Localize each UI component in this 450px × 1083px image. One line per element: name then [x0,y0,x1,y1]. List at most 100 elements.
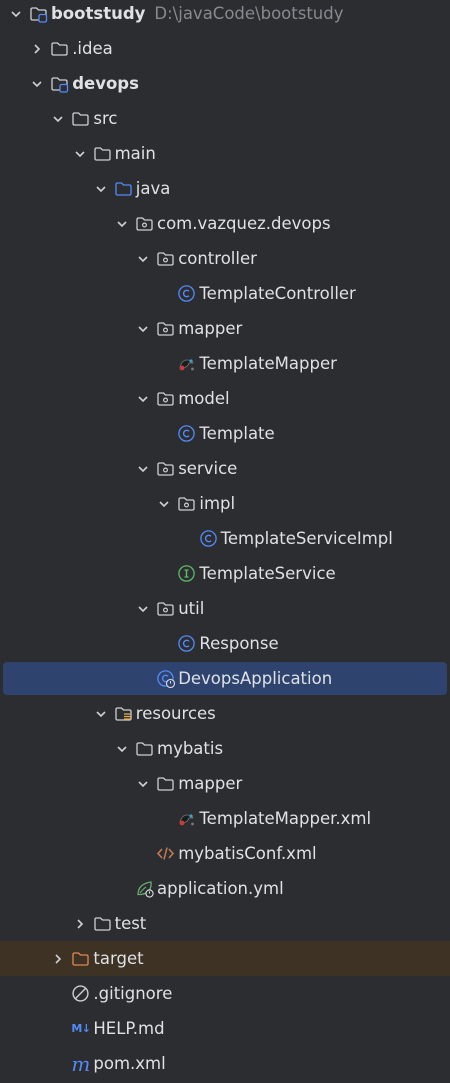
tree-node-service[interactable]: service [0,451,450,486]
chevron-down-icon[interactable] [92,705,110,723]
package-icon [156,459,175,478]
chevron-down-icon[interactable] [134,600,152,618]
tree-node-templateserviceimpl[interactable]: TemplateServiceImpl [0,521,450,556]
tree-node-template[interactable]: Template [0,416,450,451]
tree-node-label: HELP.md [93,1019,165,1038]
tree-node-label: application.yml [157,879,284,898]
class-icon [177,634,196,653]
class-icon [177,284,196,303]
tree-node-devops[interactable]: devops [0,66,450,101]
tree-node-test[interactable]: test [0,906,450,941]
package-icon [156,389,175,408]
tree-node-mybatis[interactable]: mybatis [0,731,450,766]
tree-node-util[interactable]: util [0,591,450,626]
tree-node-bootstudy[interactable]: bootstudy D:\javaCode\bootstudy [0,0,450,31]
tree-node-java[interactable]: java [0,171,450,206]
module-folder-icon [29,4,48,23]
tree-node-templatemapper[interactable]: TemplateMapper [0,346,450,381]
tree-node-mapper[interactable]: mapper [0,311,450,346]
chevron-down-icon[interactable] [134,390,152,408]
tree-node-main[interactable]: main [0,136,450,171]
tree-node-devopsapplication[interactable]: DevopsApplication [3,662,447,695]
chevron-down-icon[interactable] [7,5,25,23]
project-path-hint: D:\javaCode\bootstudy [154,4,344,23]
tree-node-label: java [135,179,171,198]
tree-node-idea[interactable]: .idea [0,31,450,66]
tree-node-src[interactable]: src [0,101,450,136]
chevron-right-icon[interactable] [28,40,46,58]
tree-node-templatecontroller[interactable]: TemplateController [0,276,450,311]
chevron-down-icon[interactable] [134,775,152,793]
folder-icon [50,39,69,58]
gitignore-icon [71,984,90,1003]
package-icon [135,214,154,233]
tree-node-label: mapper [178,774,243,793]
tree-node-impl[interactable]: impl [0,486,450,521]
tree-node-templatemapper-xml[interactable]: TemplateMapper.xml [0,801,450,836]
tree-node-pom-xml[interactable]: m pom.xml [0,1046,450,1081]
tree-node-label: .idea [72,39,113,58]
tree-node-mybatisconf-xml[interactable]: mybatisConf.xml [0,836,450,871]
spring-yaml-icon [135,879,154,898]
tree-node-label: mybatis [157,739,224,758]
interface-icon [177,564,196,583]
package-icon [156,319,175,338]
tree-node-resources[interactable]: resources [0,696,450,731]
tree-node-label: com.vazquez.devops [157,214,331,233]
tree-node-controller[interactable]: controller [0,241,450,276]
tree-node-label: DevopsApplication [178,669,333,688]
tree-node-label: main [114,144,156,163]
tree-node-response[interactable]: Response [0,626,450,661]
tree-node-model[interactable]: model [0,381,450,416]
tree-node-label: service [178,459,238,478]
tree-node-target[interactable]: target [0,941,450,976]
tree-node-label: pom.xml [93,1054,166,1073]
tree-node-com-vazquez-devops[interactable]: com.vazquez.devops [0,206,450,241]
source-root-folder-icon [114,179,133,198]
tree-node-label: .gitignore [93,984,173,1003]
tree-node-label: mapper [178,319,243,338]
chevron-down-icon[interactable] [155,495,173,513]
chevron-down-icon[interactable] [28,75,46,93]
tree-node-label: TemplateServiceImpl [220,529,393,548]
chevron-down-icon[interactable] [71,145,89,163]
chevron-down-icon[interactable] [134,250,152,268]
xml-icon [156,844,175,863]
folder-icon [135,739,154,758]
chevron-down-icon[interactable] [134,460,152,478]
chevron-right-icon[interactable] [71,915,89,933]
tree-node-label: TemplateMapper [199,354,337,373]
tree-node-label: controller [178,249,257,268]
class-icon [177,424,196,443]
tree-node-label: mybatisConf.xml [178,844,317,863]
folder-icon [156,774,175,793]
tree-node-label: util [178,599,205,618]
markdown-icon: M↓ [71,1022,91,1035]
tree-node-label: Response [199,634,279,653]
tree-node-application-yml[interactable]: application.yml [0,871,450,906]
chevron-down-icon[interactable] [49,110,67,128]
tree-node-gitignore[interactable]: .gitignore [0,976,450,1011]
tree-node-templateservice[interactable]: TemplateService [0,556,450,591]
tree-node-label: TemplateService [199,564,336,583]
chevron-down-icon[interactable] [113,215,131,233]
tree-node-help-md[interactable]: M↓ HELP.md [0,1011,450,1046]
maven-icon: m [71,1051,91,1076]
tree-node-label: TemplateMapper.xml [199,809,372,828]
folder-icon [93,914,112,933]
tree-node-label: src [93,109,118,128]
tree-node-label: bootstudy [51,4,146,23]
package-icon [156,599,175,618]
tree-node-mapper[interactable]: mapper [0,766,450,801]
tree-node-label: TemplateController [199,284,356,303]
chevron-down-icon[interactable] [113,740,131,758]
chevron-down-icon[interactable] [92,180,110,198]
class-icon [199,529,218,548]
tree-node-label: devops [72,74,139,93]
chevron-right-icon[interactable] [49,950,67,968]
chevron-down-icon[interactable] [134,320,152,338]
tree-node-label: impl [199,494,236,513]
mybatis-icon [177,354,196,373]
folder-icon [93,144,112,163]
tree-node-label: target [93,949,144,968]
